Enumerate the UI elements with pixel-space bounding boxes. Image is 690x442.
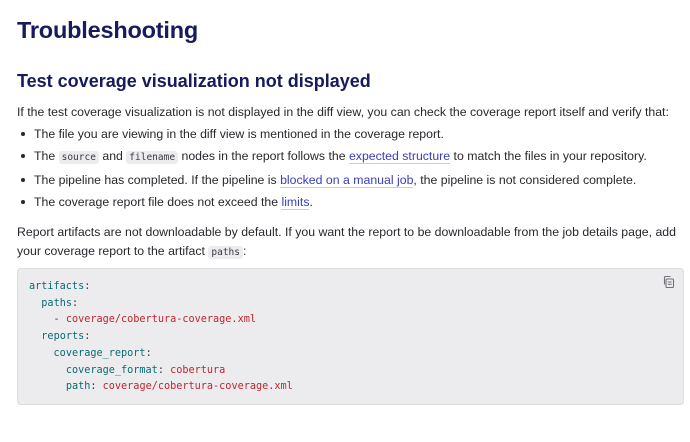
list-item-text: The coverage report file does not exceed…: [34, 195, 282, 209]
yaml-key: path: [65, 381, 91, 393]
yaml-key: reports: [41, 331, 85, 343]
list-item-text: , the pipeline is not considered complet…: [413, 173, 637, 187]
intro-paragraph: If the test coverage visualization is no…: [17, 105, 669, 119]
limits-link[interactable]: limits: [281, 195, 310, 210]
list-item-text: The pipeline has completed. If the pipel…: [34, 173, 281, 187]
list-item-text: The file you are viewing in the diff vie…: [34, 127, 444, 141]
list-item: The pipeline has completed. If the pipel…: [17, 169, 677, 191]
expected-structure-link[interactable]: expected structure: [348, 149, 451, 164]
page: Troubleshooting Test coverage visualizat…: [0, 0, 690, 442]
yaml-key: artifacts: [29, 281, 85, 292]
yaml-key: coverage_format: [65, 364, 158, 376]
note-text: :: [243, 244, 247, 258]
list-item-text: The: [34, 149, 59, 163]
code-block[interactable]: artifacts: paths: - coverage/cobertura-c…: [17, 268, 684, 405]
list-item: The coverage report file does not exceed…: [17, 191, 677, 213]
list-item: The source and filename nodes in the rep…: [17, 145, 677, 169]
inline-code-filename: filename: [126, 151, 179, 164]
list-item: The file you are viewing in the diff vie…: [17, 123, 677, 145]
note-text: Report artifacts are not downloadable by…: [17, 225, 676, 258]
inline-code-paths: paths: [208, 246, 243, 259]
yaml-value: coverage/cobertura-coverage.xml: [102, 381, 293, 393]
list-item-text: and: [98, 149, 127, 163]
list-item-text: to match the files in your repository.: [450, 149, 647, 163]
yaml-value: cobertura: [170, 364, 226, 376]
note-paragraph: Report artifacts are not downloadable by…: [17, 223, 685, 262]
list-item-text: .: [309, 195, 313, 209]
yaml-value: coverage/cobertura-coverage.xml: [65, 314, 256, 326]
yaml-code: artifacts: paths: - coverage/cobertura-c…: [29, 281, 293, 393]
list-item-text: nodes in the report follows the: [178, 149, 349, 163]
yaml-key: coverage_report: [53, 347, 146, 359]
copy-icon[interactable]: [662, 275, 676, 289]
inline-code-source: source: [58, 151, 99, 164]
checklist: The file you are viewing in the diff vie…: [17, 123, 677, 213]
section-title: Test coverage visualization not displaye…: [17, 71, 371, 91]
yaml-key: paths: [41, 297, 72, 309]
page-title: Troubleshooting: [17, 17, 199, 43]
manual-job-link[interactable]: blocked on a manual job: [280, 173, 414, 188]
